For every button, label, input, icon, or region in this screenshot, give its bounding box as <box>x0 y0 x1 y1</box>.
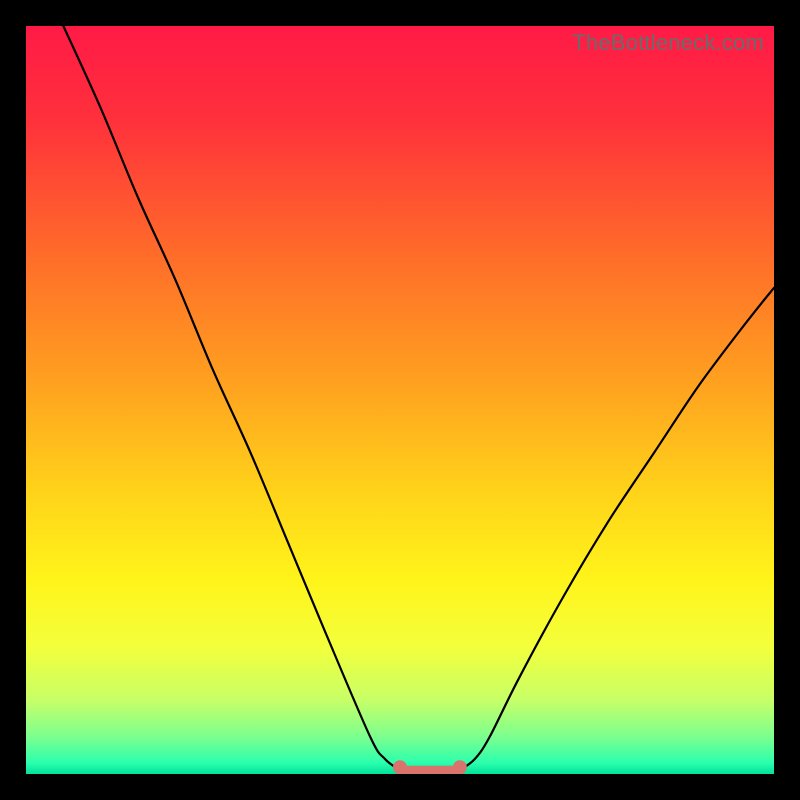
chart-plot-area: TheBottleneck.com <box>26 26 774 774</box>
chart-frame: TheBottleneck.com <box>0 0 800 800</box>
left-branch-line <box>63 26 400 770</box>
highlight-dot-left <box>393 760 407 774</box>
chart-curve <box>26 26 774 774</box>
right-branch-line <box>460 288 774 771</box>
highlight-dot-right <box>453 760 467 774</box>
watermark-text: TheBottleneck.com <box>572 30 764 56</box>
